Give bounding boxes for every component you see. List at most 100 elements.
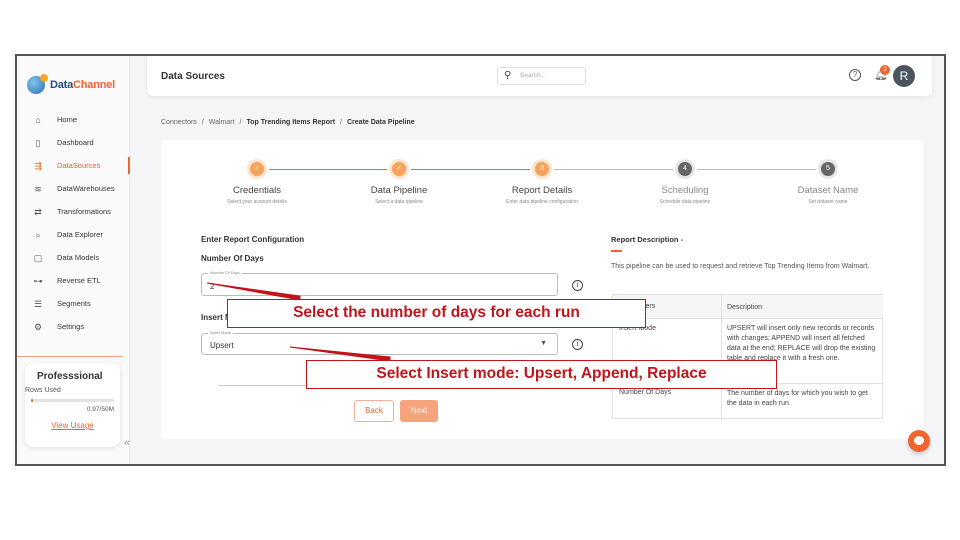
check-icon: ✓ [250, 162, 264, 176]
sidebar-item-segments[interactable]: ☰ Segments [17, 292, 130, 315]
days-field-label: Number Of Days [208, 270, 242, 275]
sidebar-item-label: Settings [57, 322, 85, 331]
form-section-title: Enter Report Configuration [201, 235, 305, 244]
rows-used-bar [31, 399, 114, 402]
sidebar-item-label: Reverse ETL [57, 276, 101, 285]
rows-used-bar-fill [31, 399, 33, 402]
sidebar-item-datasources[interactable]: ⇶ DataSources [17, 154, 130, 177]
table-header-description: Description [727, 304, 763, 311]
chat-icon[interactable] [908, 430, 930, 452]
search-input[interactable]: ⚲ Search... [497, 67, 586, 85]
page-title: Data Sources [161, 71, 225, 82]
datawarehouse-icon: ≋ [34, 183, 42, 194]
top-bar: Data Sources ⚲ Search... ? 🔔︎ 2 R [147, 56, 932, 96]
search-placeholder: Search... [520, 72, 547, 79]
plan-card: Professsional Rows Used 0.97/50M View Us… [25, 363, 120, 447]
parameters-table: Parameters Description Insert Mode UPSER… [612, 294, 883, 420]
step-sublabel: Enter data pipeline configuration [506, 199, 578, 205]
rows-used-label: Rows Used [25, 387, 61, 394]
breadcrumb-item[interactable]: Top Trending Items Report [247, 119, 336, 126]
breadcrumb-separator: / [239, 119, 242, 126]
logo[interactable]: DataChannel [27, 74, 115, 94]
days-callout: Select the number of days for each run [227, 299, 646, 328]
insert-mode-callout: Select Insert mode: Upsert, Append, Repl… [306, 360, 777, 389]
sidebar-item-data-explorer[interactable]: ⌕ Data Explorer [17, 223, 130, 246]
sidebar-divider [17, 356, 123, 357]
days-field[interactable]: Number Of Days 2 [201, 270, 558, 296]
sidebar-item-data-models[interactable]: ▢ Data Models [17, 246, 130, 269]
step-number: 4 [678, 162, 692, 176]
days-label: Number Of Days [201, 254, 264, 263]
logo-text-part2: Channel [73, 79, 116, 91]
notification-badge: 2 [880, 65, 890, 75]
transformations-icon: ⇄ [34, 206, 42, 217]
search-icon: ⚲ [504, 70, 512, 81]
logo-icon [27, 74, 48, 94]
step-sublabel: Select your account details [227, 199, 287, 205]
report-description-text: This pipeline can be used to request and… [611, 263, 870, 270]
step-number: 5 [821, 162, 835, 176]
days-field-value: 2 [210, 282, 215, 291]
sidebar: DataChannel ⌂ Home ▯ Dashboard ⇶ DataSources ≋… [17, 56, 130, 464]
datasources-icon: ⇶ [34, 160, 42, 171]
step-label: Dataset Name [797, 185, 859, 196]
back-button[interactable]: Back [354, 400, 394, 422]
segments-icon: ☰ [33, 298, 43, 309]
stepper: ✓ Credentials Select your account details ✓… [161, 162, 923, 212]
sidebar-item-label: Data Explorer [57, 230, 103, 239]
sidebar-item-settings[interactable]: ⚙ Settings [17, 315, 130, 338]
sidebar-item-label: Transformations [57, 207, 111, 216]
step-data-pipeline: ✓ Data Pipeline Select a data pipeline [329, 162, 469, 205]
sidebar-item-label: Dashboard [57, 138, 94, 147]
sidebar-item-datawarehouses[interactable]: ≋ DataWarehouses [17, 177, 130, 200]
settings-icon: ⚙ [33, 321, 43, 332]
breadcrumb-item[interactable]: Walmart [209, 119, 235, 126]
breadcrumb-item: Create Data Pipeline [347, 119, 415, 126]
breadcrumb-separator: / [201, 119, 204, 126]
avatar[interactable]: R [893, 65, 915, 87]
step-scheduling: 4 Scheduling Schedule data pipeline [615, 162, 755, 205]
sidebar-item-home[interactable]: ⌂ Home [17, 108, 130, 131]
insert-mode-info-icon[interactable]: i [572, 339, 583, 350]
step-label: Scheduling [661, 185, 709, 196]
table-header: Parameters Description [613, 295, 883, 319]
breadcrumb-separator: / [340, 119, 342, 126]
logo-text-part1: Data [50, 79, 74, 91]
description-underline [611, 250, 622, 252]
data-explorer-icon: ⌕ [35, 229, 41, 240]
sidebar-item-label: Home [57, 115, 78, 124]
sidebar-item-label: Data Models [57, 253, 100, 262]
step-sublabel: Schedule data pipeline [659, 199, 711, 205]
step-number: 3 [535, 162, 549, 176]
collapse-sidebar-icon[interactable]: « [120, 436, 134, 450]
step-credentials: ✓ Credentials Select your account details [187, 162, 327, 205]
check-icon: ✓ [392, 162, 406, 176]
reverse-etl-icon: ⊶ [33, 275, 43, 286]
sidebar-item-label: DataSources [57, 161, 101, 170]
table-row-2-description: The number of days for which you wish to… [727, 390, 868, 407]
step-sublabel: Select a data pipeline [375, 199, 423, 205]
step-dataset-name: 5 Dataset Name Set dataset name [758, 162, 898, 205]
sidebar-nav: ⌂ Home ▯ Dashboard ⇶ DataSources ≋ DataWarehous… [17, 108, 130, 338]
sidebar-item-reverse-etl[interactable]: ⊶ Reverse ETL [17, 269, 130, 292]
insert-mode-select[interactable]: Insert Mode Upsert ▼ [201, 330, 558, 355]
sidebar-item-label: Segments [57, 299, 91, 308]
insert-mode-value: Upsert [210, 341, 234, 350]
dashboard-icon: ▯ [35, 137, 41, 148]
chevron-down-icon: ▼ [540, 340, 547, 347]
logo-text: DataChannel [50, 79, 115, 91]
report-description-title: Report Description - [611, 235, 684, 244]
days-info-icon[interactable]: i [572, 280, 583, 291]
insert-mode-field-label: Insert Mode [208, 330, 234, 335]
table-row-2-parameter: Number Of Days [619, 389, 672, 396]
breadcrumb-item[interactable]: Connectors [161, 119, 197, 126]
sidebar-item-transformations[interactable]: ⇄ Transformations [17, 200, 130, 223]
home-icon: ⌂ [35, 114, 41, 125]
rows-used-value: 0.97/50M [86, 406, 114, 413]
data-models-icon: ▢ [33, 252, 43, 263]
help-icon[interactable]: ? [849, 69, 861, 81]
sidebar-item-dashboard[interactable]: ▯ Dashboard [17, 131, 130, 154]
next-button[interactable]: Next [400, 400, 438, 422]
step-label: Report Details [511, 185, 573, 196]
view-usage-link[interactable]: View Usage [31, 421, 114, 430]
